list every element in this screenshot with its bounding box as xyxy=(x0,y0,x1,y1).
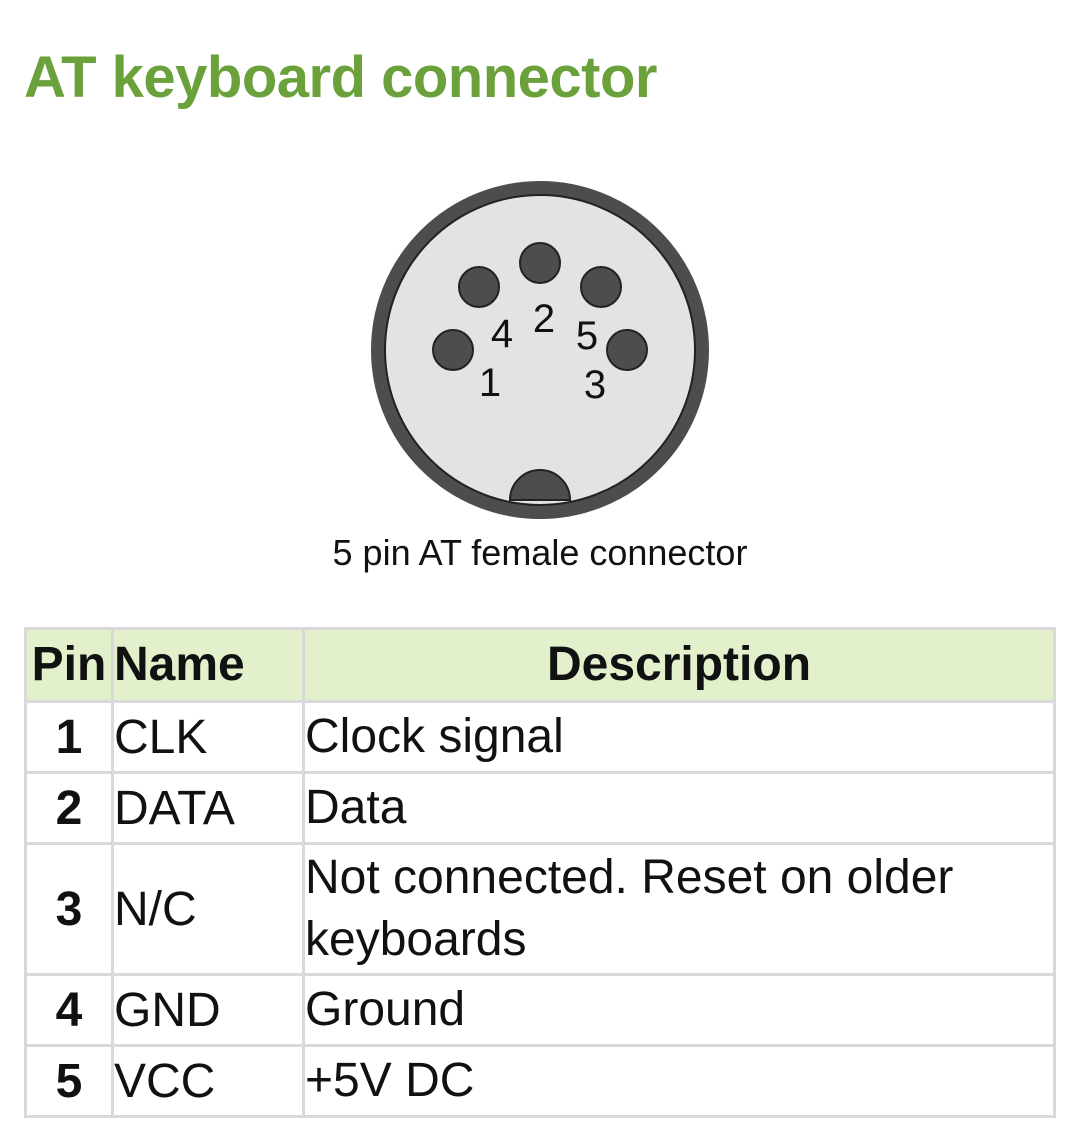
pinout-table: Pin Name Description 1 CLK Clock signal … xyxy=(24,627,1056,1118)
pin-1-label: 1 xyxy=(479,361,501,405)
pin-description-cell: Not connected. Reset on older keyboards xyxy=(302,842,1056,976)
pin-name-cell: CLK xyxy=(111,700,305,774)
pin-number-cell: 4 xyxy=(24,973,114,1047)
pin-5-contact xyxy=(580,266,622,308)
pin-name-cell: VCC xyxy=(111,1044,305,1118)
table-row: 5 VCC +5V DC xyxy=(24,1044,1056,1118)
pin-description-cell: Data xyxy=(302,771,1056,845)
pin-1-contact xyxy=(432,329,474,371)
connector-outer-ring xyxy=(371,181,709,519)
header-name: Name xyxy=(111,627,305,703)
pin-4-label: 4 xyxy=(491,312,513,356)
pin-3-contact xyxy=(606,329,648,371)
pin-3-label: 3 xyxy=(584,363,606,407)
pin-number-cell: 3 xyxy=(24,842,114,976)
pin-name-cell: DATA xyxy=(111,771,305,845)
pin-name-cell: GND xyxy=(111,973,305,1047)
header-pin: Pin xyxy=(24,627,114,703)
pin-number-cell: 1 xyxy=(24,700,114,774)
table-row: 3 N/C Not connected. Reset on older keyb… xyxy=(24,842,1056,976)
header-description: Description xyxy=(302,627,1056,703)
diagram-caption: 5 pin AT female connector xyxy=(332,532,748,573)
header-row: Pin Name Description xyxy=(24,627,1056,703)
pin-number-cell: 2 xyxy=(24,771,114,845)
table-body: 1 CLK Clock signal 2 DATA Data 3 N/C Not… xyxy=(24,700,1056,1118)
table-row: 2 DATA Data xyxy=(24,771,1056,845)
pin-description-cell: +5V DC xyxy=(302,1044,1056,1118)
table-header: Pin Name Description xyxy=(24,627,1056,703)
table-row: 4 GND Ground xyxy=(24,973,1056,1047)
connector-diagram: 1 2 3 4 5 xyxy=(370,180,710,520)
pin-5-label: 5 xyxy=(576,314,598,358)
pin-2-label: 2 xyxy=(533,297,555,341)
pin-4-contact xyxy=(458,266,500,308)
pin-description-cell: Clock signal xyxy=(302,700,1056,774)
table-row: 1 CLK Clock signal xyxy=(24,700,1056,774)
pin-description-cell: Ground xyxy=(302,973,1056,1047)
connector-svg: 1 2 3 4 5 xyxy=(371,181,709,519)
page-title: AT keyboard connector xyxy=(24,45,658,110)
pin-2-contact xyxy=(519,242,561,284)
pin-name-cell: N/C xyxy=(111,842,305,976)
pin-number-cell: 5 xyxy=(24,1044,114,1118)
